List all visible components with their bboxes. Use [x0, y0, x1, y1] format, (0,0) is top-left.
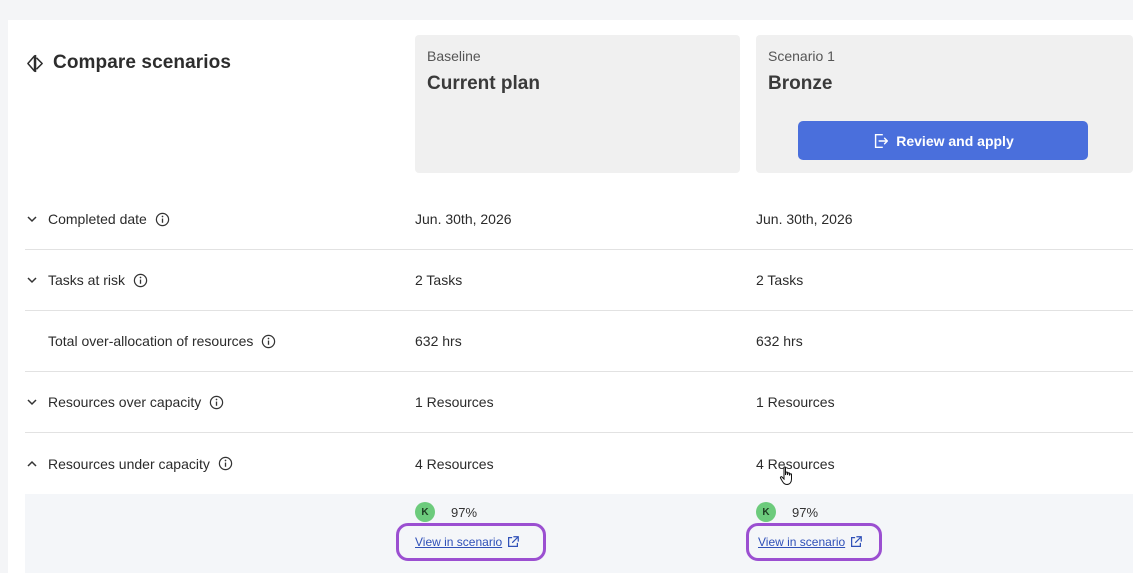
info-icon[interactable] [209, 395, 224, 410]
view-in-scenario-link[interactable]: View in scenario [415, 535, 520, 549]
row-label-text: Resources under capacity [48, 455, 210, 472]
highlight-outline: View in scenario [746, 523, 882, 561]
info-icon[interactable] [218, 456, 233, 471]
row-resources-over-capacity: Resources over capacity 1 Resources 1 Re… [25, 372, 1133, 433]
chevron-down-icon[interactable] [25, 212, 39, 226]
info-icon[interactable] [155, 212, 170, 227]
row-tasks-at-risk: Tasks at risk 2 Tasks 2 Tasks [25, 250, 1133, 311]
external-link-icon [508, 536, 520, 547]
avatar: K [756, 502, 776, 522]
baseline-value: Jun. 30th, 2026 [415, 211, 512, 227]
highlight-outline: View in scenario [396, 523, 546, 561]
avatar: K [415, 502, 435, 522]
scenario-card: Scenario 1 Bronze Review and apply [756, 35, 1133, 173]
view-in-scenario-label: View in scenario [415, 535, 503, 549]
expanded-detail: K 97% K 97% View in scenario View in sce… [25, 494, 1133, 573]
baseline-value: 632 hrs [415, 333, 462, 349]
baseline-value: 2 Tasks [415, 272, 463, 288]
view-in-scenario-label: View in scenario [758, 535, 846, 549]
sign-out-icon [875, 133, 889, 148]
chevron-down-icon[interactable] [25, 395, 39, 409]
scenario-value: Jun. 30th, 2026 [756, 211, 853, 227]
row-total-over-allocation: Total over-allocation of resources 632 h… [25, 311, 1133, 372]
row-label: Resources under capacity [48, 456, 233, 472]
scenario-name: Bronze [768, 73, 833, 94]
review-and-apply-button[interactable]: Review and apply [798, 121, 1088, 160]
baseline-value: 1 Resources [415, 394, 494, 410]
resource-percent: 97% [792, 504, 819, 520]
scenario-value: 1 Resources [756, 394, 835, 410]
info-icon[interactable] [133, 273, 148, 288]
row-label: Resources over capacity [48, 394, 224, 410]
row-label-text: Tasks at risk [48, 272, 126, 288]
resource-entry-baseline: K 97% [415, 502, 477, 522]
info-icon[interactable] [261, 334, 276, 349]
row-label-text: Completed date [48, 211, 147, 227]
row-label: Completed date [48, 211, 170, 227]
hand-cursor-icon [779, 466, 792, 486]
baseline-subtitle: Baseline [427, 48, 481, 64]
row-label: Tasks at risk [48, 272, 148, 288]
row-label: Total over-allocation of resources [48, 333, 276, 349]
baseline-name: Current plan [427, 73, 540, 94]
baseline-value: 4 Resources [415, 455, 494, 472]
row-label-text: Total over-allocation of resources [48, 333, 254, 349]
compare-scenarios-icon [27, 54, 43, 72]
row-label-text: Resources over capacity [48, 394, 202, 410]
review-and-apply-label: Review and apply [896, 132, 1014, 149]
chevron-up-icon[interactable] [25, 457, 39, 471]
scenario-subtitle: Scenario 1 [768, 48, 835, 64]
baseline-card: Baseline Current plan [415, 35, 740, 173]
scenario-value: 4 Resources [756, 455, 835, 472]
scenario-value: 632 hrs [756, 333, 803, 349]
external-link-icon [851, 536, 863, 547]
row-resources-under-capacity: Resources under capacity 4 Resources 4 R… [25, 433, 1133, 494]
scenario-value: 2 Tasks [756, 272, 804, 288]
chevron-down-icon[interactable] [25, 273, 39, 287]
resource-entry-scenario: K 97% [756, 502, 818, 522]
view-in-scenario-link[interactable]: View in scenario [758, 535, 863, 549]
page-title: Compare scenarios [26, 52, 231, 74]
resource-percent: 97% [451, 504, 478, 520]
page-title-text: Compare scenarios [53, 52, 232, 73]
row-completed-date: Completed date Jun. 30th, 2026 Jun. 30th… [25, 189, 1133, 250]
